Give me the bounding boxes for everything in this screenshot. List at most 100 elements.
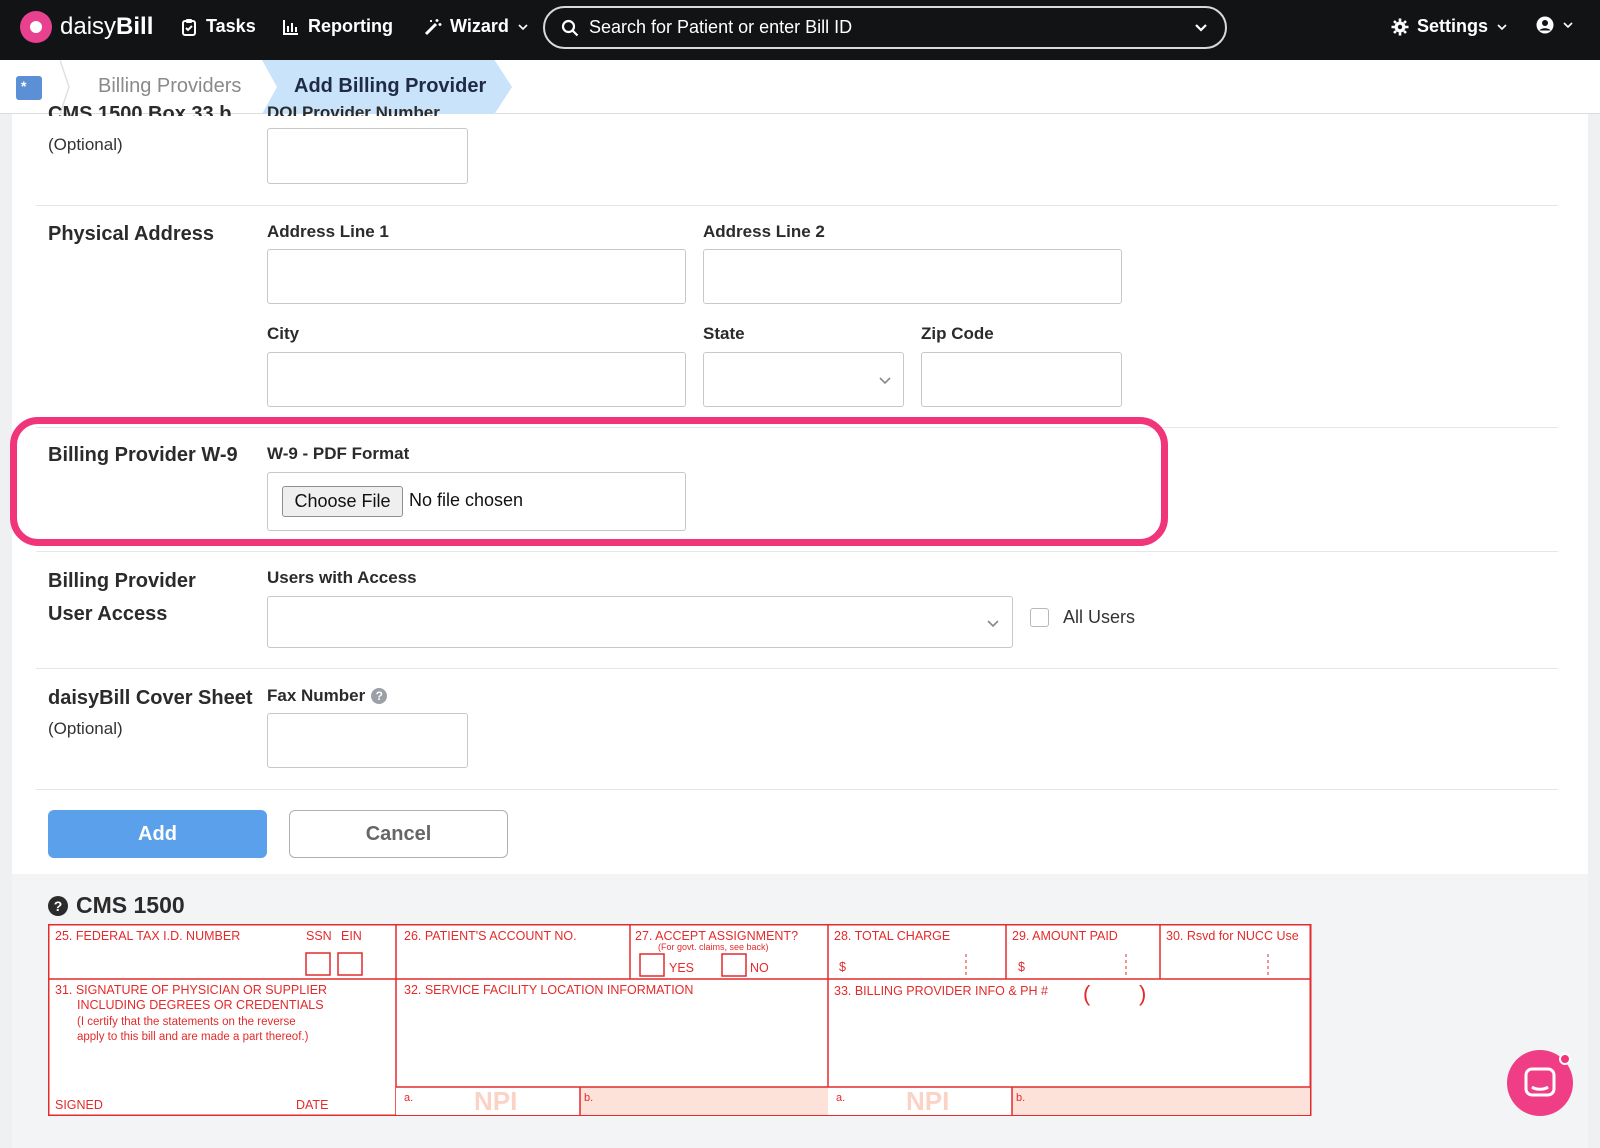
box26-label: 26. PATIENT'S ACCOUNT NO. [404,929,577,943]
all-users-checkbox[interactable] [1030,608,1049,627]
home-icon[interactable] [16,76,42,100]
daisybill-logo[interactable]: daisyBill [20,11,153,43]
choose-file-button[interactable]: Choose File [282,486,403,517]
state-label: State [703,324,745,343]
question-circle-icon[interactable]: ? [48,895,68,916]
address-line-2-label: Address Line 2 [703,222,825,241]
ein-label: EIN [341,929,362,943]
state-select[interactable] [703,352,904,407]
no-label: NO [750,961,769,975]
box29-dollar: $ [1018,960,1025,974]
brand-bold: Bill [116,13,154,40]
cms1500-title-row: ? CMS 1500 [48,892,185,919]
nav-wizard[interactable]: Wizard [424,16,529,37]
billing-provider-w9-title: Billing Provider W-9 [48,444,238,466]
top-navbar: daisyBill Tasks Reporting Wizard Setting… [0,0,1600,60]
signed-label: SIGNED [55,1098,103,1112]
box25-label: 25. FEDERAL TAX I.D. NUMBER [55,929,240,943]
file-status-text: No file chosen [409,490,524,510]
user-circle-icon [1536,16,1554,34]
nav-tasks-label: Tasks [206,16,256,36]
chevron-down-icon [879,377,891,385]
patient-search-bar[interactable] [543,6,1227,49]
bar-chart-icon [283,19,298,35]
zip-code-input[interactable] [921,352,1122,407]
ssn-label: SSN [306,929,332,943]
box31-line1: 31. SIGNATURE OF PHYSICIAN OR SUPPLIER [55,983,327,997]
clipboard-check-icon [182,18,196,36]
add-button[interactable]: Add [48,810,267,858]
fax-number-label-row: Fax Number? [267,686,388,706]
users-with-access-label: Users with Access [267,568,417,587]
physical-address-title: Physical Address [48,223,215,245]
address-line-1-input[interactable] [267,249,686,304]
box28-dollar: $ [839,960,846,974]
user-access-title-line1: Billing Provider [48,570,196,592]
cover-sheet-optional: (Optional) [48,719,123,738]
box31-line2: INCLUDING DEGREES OR CREDENTIALS [77,998,324,1012]
cms-box-33b-optional: (Optional) [48,135,123,154]
gear-icon [1391,18,1409,35]
doi-provider-number-input[interactable] [267,128,468,184]
search-icon [561,19,579,36]
user-access-title-line2: User Access [48,603,168,625]
box33-label: 33. BILLING PROVIDER INFO & PH # [834,984,1048,998]
box32a-label: a. [404,1092,413,1104]
search-input[interactable] [589,17,1169,38]
user-menu[interactable] [1536,16,1574,34]
nav-reporting[interactable]: Reporting [282,16,393,37]
notification-dot [1559,1053,1571,1065]
box31-line3: (I certify that the statements on the re… [77,1016,296,1028]
city-input[interactable] [267,352,686,407]
box29-label: 29. AMOUNT PAID [1012,929,1118,943]
breadcrumb-current-label: Add Billing Provider [294,75,487,97]
breadcrumb: Billing Providers Add Billing Provider [0,60,1600,114]
all-users-label[interactable]: All Users [1063,607,1135,628]
nav-wizard-label: Wizard [450,16,509,36]
zip-code-label: Zip Code [921,324,994,343]
cms-box-33b-title: CMS 1500 Box 33 b [48,103,232,116]
box32b-label: b. [584,1092,593,1104]
fax-number-input[interactable] [267,713,468,768]
phone-paren-open: ( [1083,981,1091,1006]
question-circle-icon[interactable]: ? [371,688,388,704]
box33a-label: a. [836,1092,845,1104]
yes-label: YES [669,961,694,975]
address-line-2-input[interactable] [703,249,1122,304]
magic-wand-icon [424,18,442,35]
section-divider [36,205,1558,206]
daisy-logo-icon [20,11,52,43]
box27-label: 27. ACCEPT ASSIGNMENT? [635,929,798,943]
cover-sheet-title: daisyBill Cover Sheet [48,687,253,709]
phone-paren-close: ) [1139,981,1146,1006]
doi-provider-number-label: DOI Provider Number [267,103,440,116]
box31-line4: apply to this bill and are made a part t… [77,1031,309,1043]
chevron-down-icon [518,23,528,30]
brand-light: daisy [60,13,117,40]
nav-settings[interactable]: Settings [1391,16,1508,37]
box30-label: 30. Rsvd for NUCC Use [1166,929,1299,943]
city-label: City [267,324,300,343]
nav-reporting-label: Reporting [308,16,393,36]
box28-label: 28. TOTAL CHARGE [834,929,950,943]
nav-tasks[interactable]: Tasks [180,16,256,37]
cancel-button[interactable]: Cancel [289,810,508,858]
section-divider [36,789,1558,790]
section-divider [36,668,1558,669]
section-divider [36,551,1558,552]
chevron-down-icon [1497,23,1507,30]
users-with-access-select[interactable] [267,596,1013,648]
box27-note: (For govt. claims, see back) [658,942,769,952]
nav-settings-label: Settings [1417,16,1489,36]
chevron-down-icon[interactable] [1193,20,1209,36]
box33a-npi-watermark: NPI [906,1086,949,1116]
chevron-down-icon [1563,22,1573,29]
w9-pdf-format-label: W-9 - PDF Format [267,444,410,463]
cms1500-form-preview: 25. FEDERAL TAX I.D. NUMBER SSN EIN 26. … [48,924,1312,1116]
breadcrumb-billing-providers[interactable]: Billing Providers [98,75,241,98]
fax-number-label: Fax Number [267,686,366,705]
box32-label: 32. SERVICE FACILITY LOCATION INFORMATIO… [404,983,693,997]
box32a-npi-watermark: NPI [474,1086,517,1116]
date-label: DATE [296,1098,328,1112]
address-line-1-label: Address Line 1 [267,222,389,241]
